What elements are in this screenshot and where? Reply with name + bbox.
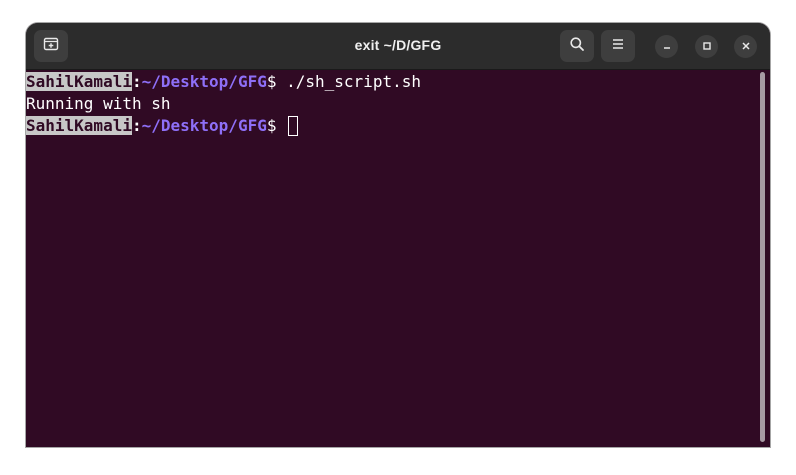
menu-button[interactable] [601, 30, 635, 62]
close-button[interactable] [734, 35, 757, 58]
command-text: ./sh_script.sh [276, 72, 421, 91]
scrollbar[interactable] [760, 72, 765, 442]
prompt-line: SahilKamali:~/Desktop/GFG$ [26, 115, 299, 137]
text-cursor [288, 115, 299, 136]
title-bar: exit ~/D/GFG [26, 23, 770, 70]
command-text [276, 116, 286, 135]
search-button[interactable] [560, 30, 594, 62]
output-line: Running with sh [26, 94, 171, 113]
maximize-icon [702, 38, 712, 56]
terminal-output-area[interactable]: SahilKamali:~/Desktop/GFG$ ./sh_script.s… [26, 70, 770, 447]
prompt-user: SahilKamali [26, 72, 132, 91]
minimize-button[interactable] [655, 35, 678, 58]
prompt-line: SahilKamali:~/Desktop/GFG$ ./sh_script.s… [26, 71, 421, 93]
hamburger-menu-icon [611, 37, 625, 56]
prompt-path: ~/Desktop/GFG [141, 116, 267, 135]
prompt-colon: : [131, 72, 142, 91]
maximize-button[interactable] [695, 35, 718, 58]
terminal-window: exit ~/D/GFG SahilKamali:~/Desktop/GFG$ … [26, 23, 770, 447]
prompt-colon: : [131, 116, 142, 135]
prompt-path: ~/Desktop/GFG [141, 72, 267, 91]
prompt-user: SahilKamali [26, 116, 132, 135]
close-icon [741, 38, 751, 56]
search-icon [569, 36, 585, 57]
minimize-icon [662, 38, 672, 56]
